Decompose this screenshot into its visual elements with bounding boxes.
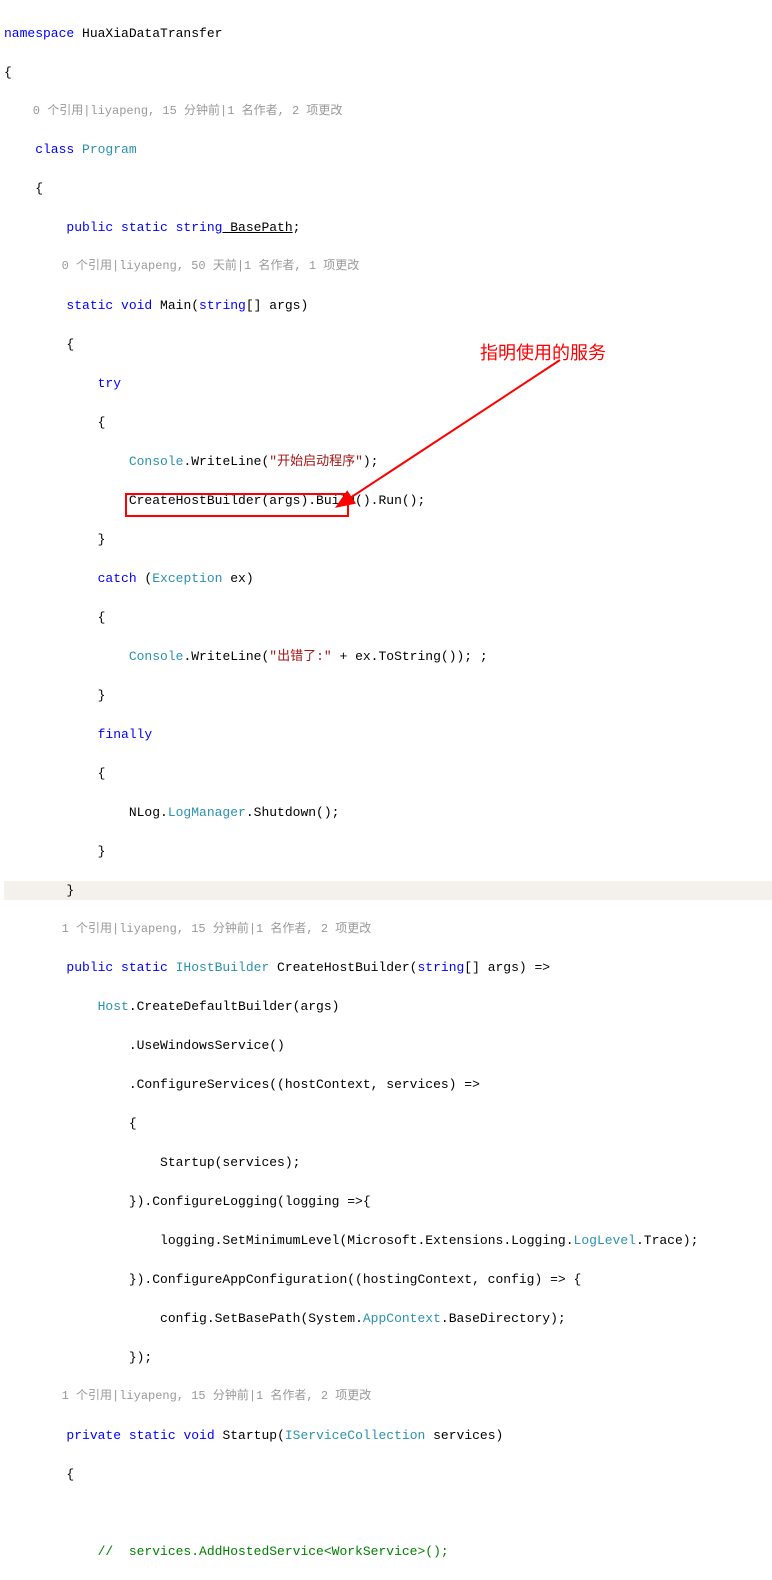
code-line: .ConfigureServices((hostContext, service… (4, 1075, 772, 1095)
codelens[interactable]: 0 个引用|liyapeng, 50 天前|1 名作者, 1 项更改 (4, 257, 772, 276)
code-line: .UseWindowsService() (4, 1036, 772, 1056)
code-line: static void Main(string[] args) (4, 296, 772, 316)
codelens[interactable]: 1 个引用|liyapeng, 15 分钟前|1 名作者, 2 项更改 (4, 1387, 772, 1406)
code-line: NLog.LogManager.Shutdown(); (4, 803, 772, 823)
code-line: try (4, 374, 772, 394)
code-line: // services.AddHostedService<WorkService… (4, 1542, 772, 1562)
code-line (4, 1504, 772, 1523)
codelens[interactable]: 1 个引用|liyapeng, 15 分钟前|1 名作者, 2 项更改 (4, 920, 772, 939)
code-line: logging.SetMinimumLevel(Microsoft.Extens… (4, 1231, 772, 1251)
code-line: { (4, 413, 772, 433)
code-line: } (4, 686, 772, 706)
code-line: namespace HuaXiaDataTransfer (4, 24, 772, 44)
code-line: { (4, 335, 772, 355)
code-line: CreateHostBuilder(args).Build().Run(); (4, 491, 772, 511)
code-line: { (4, 179, 772, 199)
code-line: catch (Exception ex) (4, 569, 772, 589)
code-line: private static void Startup(IServiceColl… (4, 1426, 772, 1446)
code-line: { (4, 1465, 772, 1485)
code-line: }); (4, 1348, 772, 1368)
code-line: }).ConfigureLogging(logging =>{ (4, 1192, 772, 1212)
codelens[interactable]: 0 个引用|liyapeng, 15 分钟前|1 名作者, 2 项更改 (4, 102, 772, 121)
code-line: } (4, 530, 772, 550)
code-line: Console.WriteLine("出错了:" + ex.ToString()… (4, 647, 772, 667)
code-line: { (4, 63, 772, 83)
code-line: { (4, 1114, 772, 1134)
code-line: { (4, 608, 772, 628)
code-line: } (4, 842, 772, 862)
code-line: Startup(services); (4, 1153, 772, 1173)
code-line: finally (4, 725, 772, 745)
code-line: public static IHostBuilder CreateHostBui… (4, 958, 772, 978)
code-line: } (4, 881, 772, 901)
code-line: public static string BasePath; (4, 218, 772, 238)
code-editor[interactable]: namespace HuaXiaDataTransfer { 0 个引用|liy… (0, 0, 772, 1580)
code-line: { (4, 764, 772, 784)
code-line: config.SetBasePath(System.AppContext.Bas… (4, 1309, 772, 1329)
code-line: Host.CreateDefaultBuilder(args) (4, 997, 772, 1017)
code-line: class Program (4, 140, 772, 160)
code-line: }).ConfigureAppConfiguration((hostingCon… (4, 1270, 772, 1290)
code-line: Console.WriteLine("开始启动程序"); (4, 452, 772, 472)
